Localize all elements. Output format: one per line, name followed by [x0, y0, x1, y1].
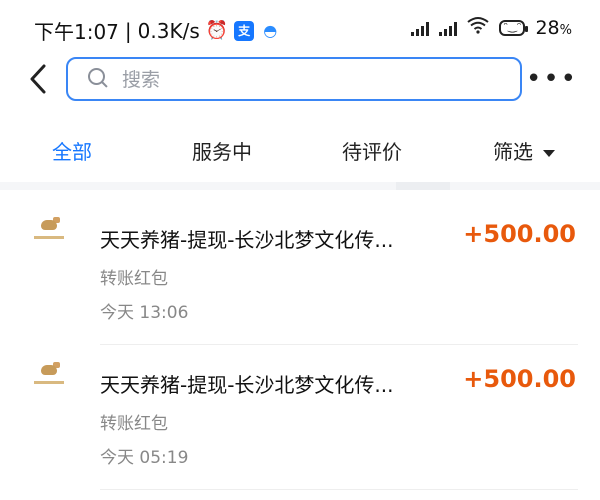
dropdown-caret-icon [543, 150, 555, 157]
transaction-time: 今天 05:19 [100, 448, 189, 468]
tab-in-service[interactable]: 服务中 [192, 136, 252, 165]
transaction-row[interactable]: 天天养猪-提现-长沙北梦文化传... +500.00 转账红包 今天 13:06 [0, 200, 600, 345]
back-button[interactable] [26, 62, 50, 96]
signal-icon [439, 20, 458, 36]
search-box[interactable] [66, 57, 522, 101]
battery-level: 28% [535, 16, 572, 39]
transaction-amount: +500.00 [463, 220, 576, 248]
filter-tabs: 全部 服务中 待评价 筛选 [0, 128, 600, 172]
transaction-type: 转账红包 [100, 269, 168, 289]
battery-icon: ᵔ‿ᵔ [499, 19, 529, 36]
tab-all[interactable]: 全部 [52, 136, 92, 165]
transaction-time: 今天 13:06 [100, 303, 189, 323]
network-speed: 0.3K/s [137, 18, 200, 43]
signal-icon [411, 20, 430, 36]
status-divider: | [124, 18, 132, 43]
status-time: 下午1:07 [34, 20, 119, 44]
status-bar: 下午1:07 | 0.3K/s ⏰ 支 ◓ ᵔ‿ᵔ 28% [0, 0, 600, 54]
status-right: ᵔ‿ᵔ 28% [411, 16, 572, 39]
alipay-icon: 支 [234, 20, 255, 41]
transaction-row[interactable]: 天天养猪-提现-长沙北梦文化传... +500.00 转账红包 今天 05:19 [0, 345, 600, 490]
merchant-logo [32, 214, 66, 248]
more-dots-icon: ••• [525, 64, 578, 94]
wifi-icon [467, 16, 490, 39]
wave-app-icon: ◓ [263, 21, 278, 40]
merchant-logo [32, 359, 66, 393]
tab-filter-label: 筛选 [493, 140, 533, 164]
row-separator [100, 489, 578, 490]
tab-to-review[interactable]: 待评价 [342, 136, 402, 165]
search-icon [88, 68, 106, 86]
section-divider [0, 182, 600, 190]
status-left: 下午1:07 | 0.3K/s ⏰ 支 ◓ [34, 16, 280, 45]
alarm-clock-icon: ⏰ [205, 20, 229, 41]
transaction-type: 转账红包 [100, 414, 168, 434]
transaction-title: 天天养猪-提现-长沙北梦文化传... [100, 228, 394, 252]
more-button[interactable]: ••• [526, 64, 578, 94]
transaction-title: 天天养猪-提现-长沙北梦文化传... [100, 373, 394, 397]
back-arrow-icon [30, 64, 46, 94]
tab-filter[interactable]: 筛选 [493, 136, 555, 165]
transaction-amount: +500.00 [463, 365, 576, 393]
search-input[interactable] [120, 65, 504, 95]
